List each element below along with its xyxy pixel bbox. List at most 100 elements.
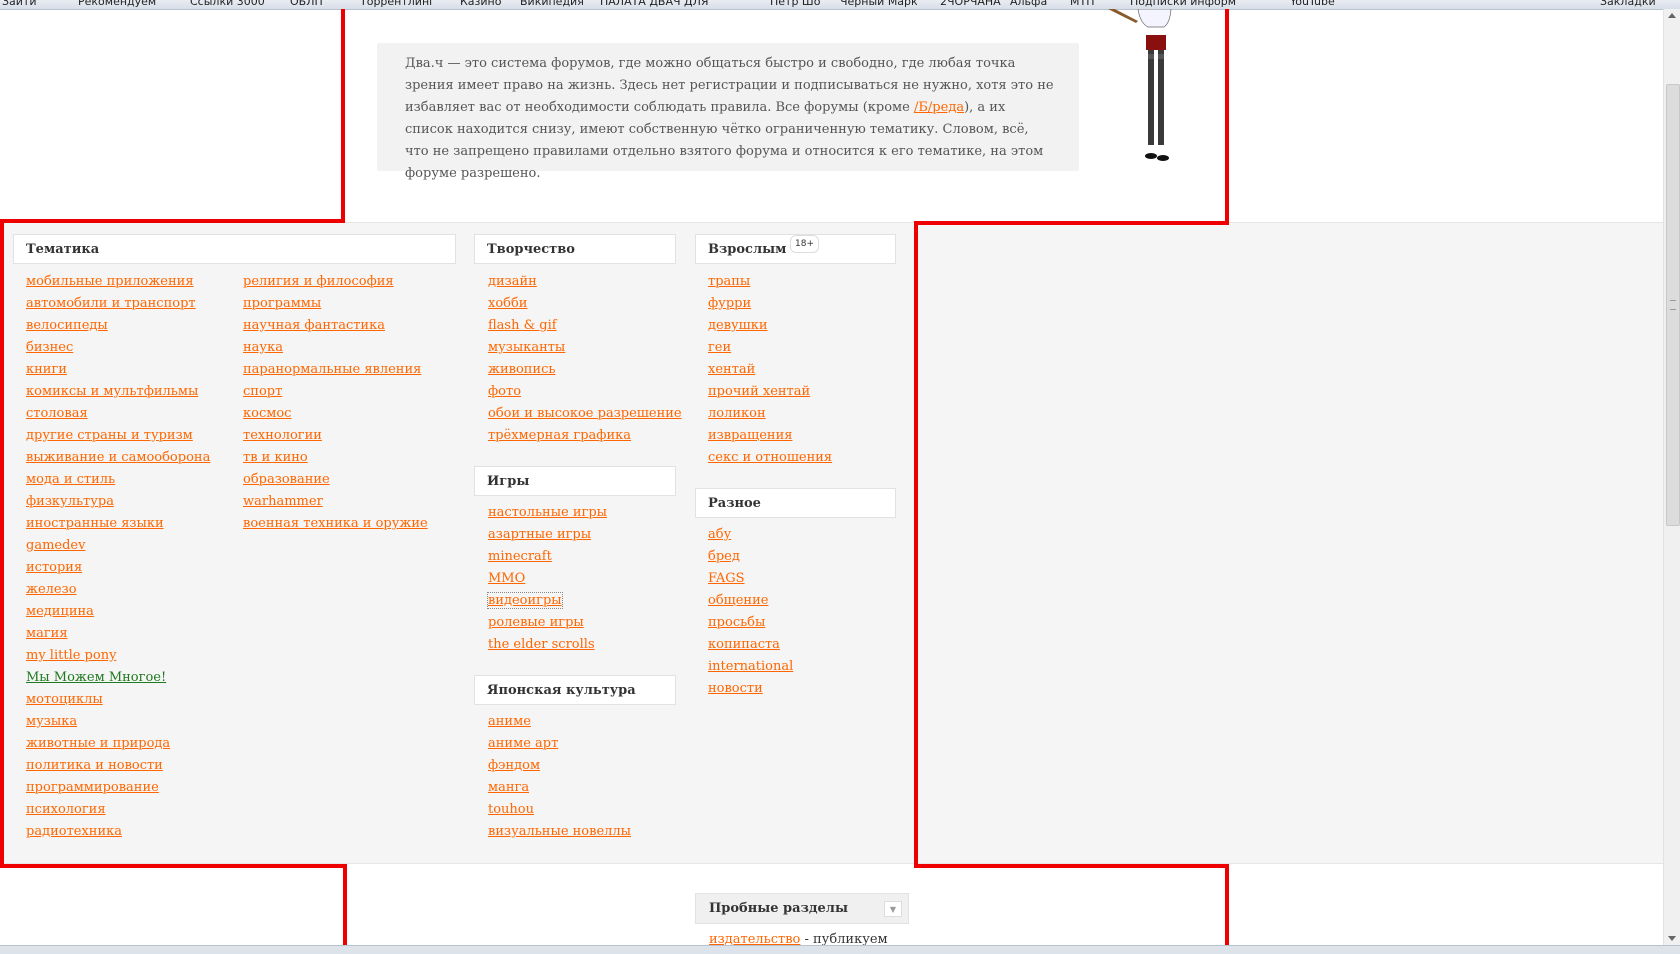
board-link[interactable]: аниме [488,714,531,729]
board-link[interactable]: секс и отношения [708,450,832,465]
bookmark-item[interactable]: Зайти [2,0,37,8]
bookmark-item[interactable]: Википедия [520,0,584,8]
board-link[interactable]: прочий хентай [708,384,810,399]
board-link[interactable]: лоликон [708,406,766,421]
bookmark-item[interactable]: Казино [460,0,501,8]
board-link[interactable]: фото [488,384,521,399]
bookmark-item[interactable]: ОБЛП [290,0,323,8]
board-link[interactable]: фурри [708,296,751,311]
bookmark-item[interactable]: Торрентлинг [360,0,435,8]
board-link[interactable]: космос [243,406,291,421]
bookmark-item[interactable]: Чёрный Марк [840,0,918,8]
board-link[interactable]: другие страны и туризм [26,428,193,443]
board-link[interactable]: книги [26,362,67,377]
board-link[interactable]: дизайн [488,274,537,289]
board-link[interactable]: flash & gif [488,318,557,333]
board-link[interactable]: азартные игры [488,527,591,542]
board-link[interactable]: выживание и самооборона [26,450,210,465]
board-link[interactable]: радиотехника [26,824,122,839]
vertical-scrollbar[interactable] [1663,9,1680,945]
board-link[interactable]: minecraft [488,549,552,564]
board-link[interactable]: FAGS [708,571,745,586]
board-link[interactable]: настольные игры [488,505,607,520]
board-link[interactable]: научная фантастика [243,318,385,333]
board-link[interactable]: ролевые игры [488,615,584,630]
board-link[interactable]: видеоигры [487,592,563,609]
chevron-down-icon[interactable]: ▼ [884,901,902,917]
board-link[interactable]: комиксы и мультфильмы [26,384,198,399]
board-link[interactable]: хентай [708,362,755,377]
bookmark-item[interactable]: Рекомендуем [78,0,156,8]
board-link[interactable]: просьбы [708,615,765,630]
trial-sections-header[interactable]: Пробные разделы ▼ [695,893,909,924]
board-link[interactable]: абу [708,527,731,542]
board-link[interactable]: бред [708,549,740,564]
scroll-thumb[interactable] [1666,84,1680,526]
board-link[interactable]: трапы [708,274,750,289]
board-link[interactable]: столовая [26,406,88,421]
board-link[interactable]: велосипеды [26,318,108,333]
board-link[interactable]: warhammer [243,494,323,509]
board-link[interactable]: мода и стиль [26,472,115,487]
board-link[interactable]: девушки [708,318,768,333]
board-link[interactable]: железо [26,582,77,597]
board-link[interactable]: живопись [488,362,555,377]
board-link[interactable]: gamedev [26,538,85,553]
bookmark-item[interactable]: Пётр Шо [770,0,820,8]
board-link[interactable]: образование [243,472,330,487]
board-link[interactable]: медицина [26,604,94,619]
board-link[interactable]: international [708,659,793,674]
scroll-down-icon[interactable] [1668,936,1676,941]
bookmark-item[interactable]: ПАЛАТА ДВАЧ ДЛЯ [600,0,709,8]
board-link[interactable]: the elder scrolls [488,637,595,652]
bookmark-item[interactable]: Альфа [1010,0,1047,8]
board-link[interactable]: мобильные приложения [26,274,194,289]
bookmark-item[interactable]: Подписки информ [1130,0,1236,8]
board-link[interactable]: религия и философия [243,274,394,289]
board-link[interactable]: паранормальные явления [243,362,421,377]
bookmark-item[interactable]: Ссылки 3000 [190,0,265,8]
board-link[interactable]: Мы Можем Многое! [26,670,166,685]
board-link[interactable]: спорт [243,384,282,399]
board-link[interactable]: музыканты [488,340,565,355]
board-link[interactable]: тв и кино [243,450,308,465]
board-link[interactable]: аниме арт [488,736,558,751]
board-link[interactable]: иностранные языки [26,516,164,531]
board-link[interactable]: программирование [26,780,159,795]
board-link[interactable]: издательство [709,932,800,945]
board-link[interactable]: автомобили и транспорт [26,296,196,311]
board-link[interactable]: животные и природа [26,736,170,751]
board-link[interactable]: политика и новости [26,758,163,773]
board-link[interactable]: общение [708,593,768,608]
board-link[interactable]: бизнес [26,340,73,355]
board-link[interactable]: манга [488,780,529,795]
board-link[interactable]: фэндом [488,758,540,773]
bookmark-item[interactable]: МТП [1070,0,1094,8]
board-link[interactable]: touhou [488,802,534,817]
board-link[interactable]: программы [243,296,321,311]
bookmark-item[interactable]: Закладки [1600,0,1656,8]
bookmark-item[interactable]: 2ЧОРЧАНА [940,0,1001,8]
board-link[interactable]: обои и высокое разрешение [488,406,682,421]
board-link[interactable]: музыка [26,714,77,729]
board-link[interactable]: новости [708,681,763,696]
board-link[interactable]: технологии [243,428,322,443]
board-link[interactable]: визуальные новеллы [488,824,631,839]
board-link[interactable]: магия [26,626,68,641]
board-link[interactable]: трёхмерная графика [488,428,631,443]
board-link[interactable]: геи [708,340,731,355]
bookmark-item[interactable]: YouTube [1290,0,1335,8]
b-board-link[interactable]: /Б/реда [914,100,964,115]
board-link[interactable]: психология [26,802,106,817]
scroll-up-icon[interactable] [1668,13,1676,18]
board-link[interactable]: физкультура [26,494,114,509]
board-link[interactable]: копипаста [708,637,780,652]
board-link[interactable]: MMO [488,571,525,586]
board-link[interactable]: военная техника и оружие [243,516,428,531]
board-link[interactable]: my little pony [26,648,116,663]
board-link[interactable]: мотоциклы [26,692,103,707]
board-link[interactable]: извращения [708,428,792,443]
board-link[interactable]: хобби [488,296,527,311]
board-link[interactable]: история [26,560,82,575]
board-link[interactable]: наука [243,340,283,355]
